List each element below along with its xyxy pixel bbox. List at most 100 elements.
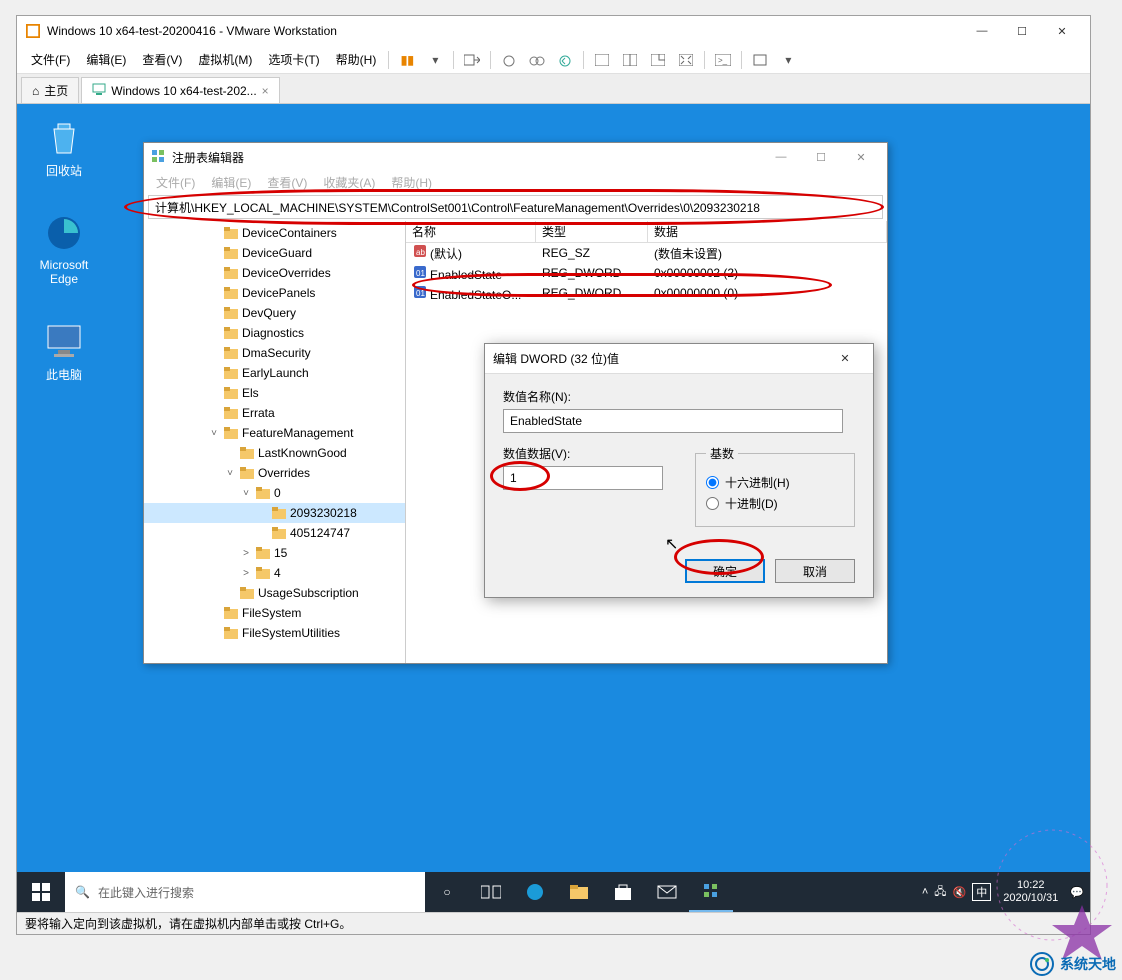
tree-item[interactable]: Diagnostics	[144, 323, 405, 343]
close-button[interactable]: ✕	[1042, 17, 1082, 45]
mail-icon[interactable]	[645, 872, 689, 912]
view-split-icon[interactable]	[618, 48, 642, 72]
regedit-menu-view[interactable]: 查看(V)	[259, 172, 315, 193]
tree-item[interactable]: 405124747	[144, 523, 405, 543]
radio-dec-input[interactable]	[706, 497, 719, 510]
maximize-button[interactable]: ☐	[1002, 17, 1042, 45]
revert-icon[interactable]	[553, 48, 577, 72]
stretch-icon[interactable]	[748, 48, 772, 72]
dialog-close-icon[interactable]: ✕	[825, 345, 865, 373]
minimize-button[interactable]: —	[962, 17, 1002, 45]
value-data-field[interactable]	[503, 466, 663, 490]
tree-item[interactable]: DmaSecurity	[144, 343, 405, 363]
regedit-menu-fav[interactable]: 收藏夹(A)	[315, 172, 383, 193]
tab-vm[interactable]: Windows 10 x64-test-202... ×	[81, 77, 279, 103]
tree-item[interactable]: DeviceGuard	[144, 243, 405, 263]
radio-hex-input[interactable]	[706, 476, 719, 489]
tree-item[interactable]: ˃15	[144, 543, 405, 563]
tree-item[interactable]: 2093230218	[144, 503, 405, 523]
tab-close-icon[interactable]: ×	[262, 84, 269, 98]
tree-item[interactable]: ˅Overrides	[144, 463, 405, 483]
tray-chevron-icon[interactable]: ˄	[922, 886, 928, 898]
edit-dword-dialog: 编辑 DWORD (32 位)值 ✕ 数值名称(N): 数值数据(V): 基数	[484, 343, 874, 598]
regedit-menu-edit[interactable]: 编辑(E)	[203, 172, 259, 193]
this-pc[interactable]: 此电脑	[27, 320, 101, 383]
dropdown2-icon[interactable]: ▾	[776, 48, 800, 72]
tray-volume-icon[interactable]: 🔇	[953, 886, 967, 899]
cortana-icon[interactable]: ○	[425, 872, 469, 912]
edge-shortcut[interactable]: Microsoft Edge	[27, 212, 101, 286]
tree-item[interactable]: Els	[144, 383, 405, 403]
store-icon[interactable]	[601, 872, 645, 912]
tree-item[interactable]: UsageSubscription	[144, 583, 405, 603]
tree-item[interactable]: ˃4	[144, 563, 405, 583]
tree-item[interactable]: LastKnownGood	[144, 443, 405, 463]
expander-icon[interactable]: ˅	[224, 468, 236, 479]
tree-item[interactable]: DevQuery	[144, 303, 405, 323]
list-row[interactable]: 01EnabledStateREG_DWORD0x00000002 (2)	[406, 263, 887, 283]
svg-text:01: 01	[416, 269, 425, 278]
expander-icon[interactable]: ˅	[208, 428, 220, 439]
ok-button[interactable]: 确定	[685, 559, 765, 583]
col-data[interactable]: 数据	[648, 221, 887, 242]
start-button[interactable]	[17, 872, 65, 912]
task-view-icon[interactable]	[469, 872, 513, 912]
tab-home[interactable]: ⌂ 主页	[21, 77, 79, 103]
menu-help[interactable]: 帮助(H)	[328, 47, 385, 72]
tray-network-icon[interactable]: 🖧	[934, 883, 946, 902]
tree-item[interactable]: DevicePanels	[144, 283, 405, 303]
menu-view[interactable]: 查看(V)	[134, 47, 190, 72]
regedit-taskbar-icon[interactable]	[689, 872, 733, 912]
tree-item[interactable]: FileSystemUtilities	[144, 623, 405, 643]
view-unity-icon[interactable]	[646, 48, 670, 72]
col-type[interactable]: 类型	[536, 221, 648, 242]
edge-icon	[43, 212, 85, 254]
tree-item[interactable]: EarlyLaunch	[144, 363, 405, 383]
col-name[interactable]: 名称	[406, 221, 536, 242]
regedit-menu-help[interactable]: 帮助(H)	[383, 172, 440, 193]
recycle-bin[interactable]: 回收站	[27, 116, 101, 179]
regedit-address-bar[interactable]: 计算机\HKEY_LOCAL_MACHINE\SYSTEM\ControlSet…	[148, 195, 883, 219]
folder-icon	[223, 406, 239, 420]
dropdown-icon[interactable]: ▾	[423, 48, 447, 72]
expander-icon[interactable]: ˃	[240, 548, 252, 559]
menu-file[interactable]: 文件(F)	[23, 47, 78, 72]
menu-vm[interactable]: 虚拟机(M)	[190, 47, 260, 72]
cancel-button[interactable]: 取消	[775, 559, 855, 583]
radio-dec[interactable]: 十进制(D)	[706, 495, 844, 512]
list-row[interactable]: ab(默认)REG_SZ(数值未设置)	[406, 243, 887, 263]
vmware-menubar: 文件(F) 编辑(E) 查看(V) 虚拟机(M) 选项卡(T) 帮助(H) ▮▮…	[17, 46, 1090, 74]
expander-icon[interactable]: ˅	[240, 488, 252, 499]
tree-item[interactable]: ˅0	[144, 483, 405, 503]
snapshot-icon[interactable]	[497, 48, 521, 72]
edge-taskbar-icon[interactable]	[513, 872, 557, 912]
value-name-field[interactable]	[503, 409, 843, 433]
radio-hex[interactable]: 十六进制(H)	[706, 474, 844, 491]
tree-item[interactable]: DeviceContainers	[144, 223, 405, 243]
regedit-maximize[interactable]: ☐	[801, 143, 841, 171]
tree-item[interactable]: ˅FeatureManagement	[144, 423, 405, 443]
expander-icon[interactable]: ˃	[240, 568, 252, 579]
snapshot-manager-icon[interactable]	[525, 48, 549, 72]
console-icon[interactable]: >_	[711, 48, 735, 72]
tree-item[interactable]: DeviceOverrides	[144, 263, 405, 283]
pause-icon[interactable]: ▮▮	[395, 48, 419, 72]
view-fullscreen-icon[interactable]	[674, 48, 698, 72]
send-keys-icon[interactable]	[460, 48, 484, 72]
regedit-tree[interactable]: DeviceContainers DeviceGuard DeviceOverrid…	[144, 221, 406, 663]
explorer-taskbar-icon[interactable]	[557, 872, 601, 912]
tree-item[interactable]: Errata	[144, 403, 405, 423]
regedit-close[interactable]: ✕	[841, 143, 881, 171]
taskbar-search[interactable]: 🔍 在此键入进行搜索	[65, 872, 425, 912]
menu-edit[interactable]: 编辑(E)	[78, 47, 134, 72]
menu-tabs[interactable]: 选项卡(T)	[260, 47, 327, 72]
list-row[interactable]: 01EnabledStateO...REG_DWORD0x00000000 (0…	[406, 283, 887, 303]
tree-label: EarlyLaunch	[242, 366, 309, 380]
guest-desktop[interactable]: 回收站 Microsoft Edge 此电脑 注册表编辑器 — ☐ ✕ 文件(F…	[17, 104, 1090, 912]
regedit-minimize[interactable]: —	[761, 143, 801, 171]
view-single-icon[interactable]	[590, 48, 614, 72]
tree-item[interactable]: FileSystem	[144, 603, 405, 623]
tree-label: DeviceGuard	[242, 246, 312, 260]
tree-label: 405124747	[290, 526, 350, 540]
regedit-menu-file[interactable]: 文件(F)	[148, 172, 203, 193]
